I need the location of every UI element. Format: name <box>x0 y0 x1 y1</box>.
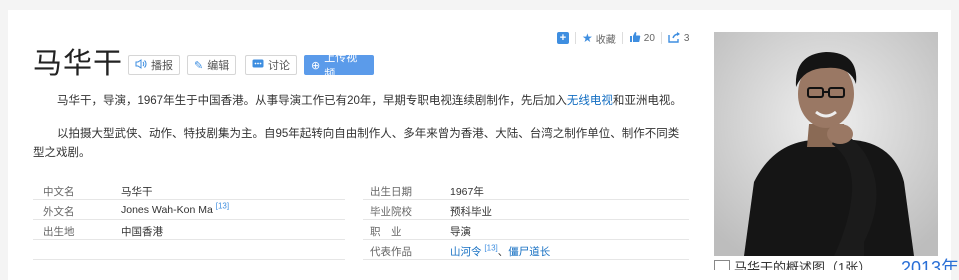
pencil-icon: ✎ <box>194 59 204 72</box>
row-divider <box>33 259 345 260</box>
info-value: 中国香港 <box>121 226 163 238</box>
info-row: 外文名 Jones Wah-Kon Ma [13] 毕业院校 预科毕业 <box>33 200 689 220</box>
summary-text: 和亚洲电视。 <box>612 95 682 107</box>
info-label: 出生日期 <box>370 186 412 198</box>
tvb-link[interactable]: 无线电视 <box>567 95 613 107</box>
work-link[interactable]: 山河令 <box>450 246 482 258</box>
divider <box>575 32 576 44</box>
summary-paragraph-1: 马华干，导演，1967年生于中国香港。从事导演工作已有20年，早期专职电视连续剧… <box>33 92 689 111</box>
upload-video-button[interactable]: ⊕ 上传视频 <box>304 52 374 80</box>
play-label: 播报 <box>151 60 173 72</box>
discuss-button[interactable]: 讨论 <box>245 55 297 75</box>
info-value: 马华干 <box>121 186 153 198</box>
chat-icon <box>252 59 264 72</box>
separator: 、 <box>497 246 509 258</box>
info-label: 毕业院校 <box>370 206 412 218</box>
upload-label: 上传视频 <box>324 52 358 80</box>
info-label: 中文名 <box>43 186 75 198</box>
caption-text: 马华干的概述图（1张） <box>734 260 872 270</box>
info-label: 职 业 <box>370 226 402 238</box>
speaker-icon <box>135 58 147 72</box>
foreign-name: Jones Wah-Kon Ma <box>121 204 213 216</box>
page-title: 马华干 <box>33 46 124 80</box>
info-label: 出生地 <box>43 226 75 238</box>
portrait-photo[interactable] <box>714 32 938 256</box>
photo-caption[interactable]: 马华干的概述图（1张） 2013年 <box>714 257 959 270</box>
row-divider <box>363 259 689 260</box>
divider <box>660 32 662 44</box>
reference-link[interactable]: [13] <box>216 202 229 211</box>
thumbs-up-icon[interactable] <box>629 31 641 46</box>
plus-circle-icon: ⊕ <box>311 59 321 72</box>
info-label: 代表作品 <box>370 246 412 258</box>
gallery-icon <box>714 260 730 270</box>
star-icon[interactable]: ★ <box>582 31 593 45</box>
work-link[interactable]: 僵尸道长 <box>508 246 550 258</box>
info-value: 山河令 [13]、僵尸道长 <box>450 244 550 259</box>
action-toolbar: + ★ 收藏 20 3 <box>557 30 689 46</box>
info-value: 1967年 <box>450 186 484 198</box>
info-row: 中文名 马华干 出生日期 1967年 <box>33 180 689 200</box>
like-count: 20 <box>643 32 655 44</box>
info-value: 导演 <box>450 226 471 238</box>
play-button[interactable]: 播报 <box>128 55 180 75</box>
summary-text: 马华干，导演，1967年生于中国香港。从事导演工作已有20年，早期专职电视连续剧… <box>57 95 567 107</box>
summary-paragraph-2: 以拍摄大型武侠、动作、特技剧集为主。自95年起转向自由制作人、多年来曾为香港、大… <box>33 128 680 159</box>
edit-button[interactable]: ✎ 编辑 <box>187 55 237 75</box>
discuss-label: 讨论 <box>268 60 290 72</box>
year-heading: 2013年 <box>901 258 959 270</box>
favorite-label[interactable]: 收藏 <box>596 31 616 46</box>
info-label: 外文名 <box>43 206 75 218</box>
share-icon[interactable] <box>668 31 681 46</box>
info-value: Jones Wah-Kon Ma [13] <box>121 202 229 216</box>
info-value: 预科毕业 <box>450 206 492 218</box>
info-row: 出生地 中国香港 职 业 导演 <box>33 220 689 240</box>
basic-info-table: 中文名 马华干 出生日期 1967年 外文名 Jones Wah-Kon Ma … <box>33 180 689 260</box>
info-row: 代表作品 山河令 [13]、僵尸道长 <box>33 240 689 260</box>
edit-label: 编辑 <box>207 60 230 72</box>
divider <box>621 32 623 44</box>
share-count: 3 <box>683 32 690 44</box>
add-plus-icon[interactable]: + <box>557 32 569 44</box>
reference-link[interactable]: [13] <box>484 244 497 253</box>
